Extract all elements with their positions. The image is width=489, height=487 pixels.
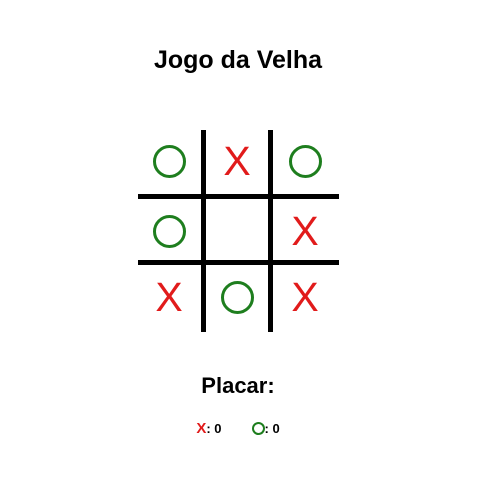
score-x: X : 0 [196,420,221,437]
o-mark-icon [220,280,254,314]
board-cell[interactable] [204,264,270,330]
board-cell[interactable]: X [272,198,338,264]
x-mark-icon: X [291,273,319,320]
score-heading: Placar: [201,373,275,398]
tic-tac-toe-board: X X X X [136,126,339,332]
o-score-value: : 0 [264,421,280,436]
x-score-icon: X [196,420,207,437]
board-cell[interactable]: X [136,264,202,330]
x-mark-icon: X [291,207,319,254]
o-mark-icon [152,214,186,248]
board-cell[interactable]: X [272,264,338,330]
score-o: : 0 [251,421,280,436]
board-cell[interactable] [136,128,202,194]
o-circle-icon [251,422,265,435]
x-mark-icon: X [155,273,183,320]
o-mark-icon [288,144,322,178]
board-cell[interactable]: X [204,128,270,194]
o-mark-icon [152,144,186,178]
game-title: Jogo da Velha [153,46,323,74]
x-score-value: : 0 [206,421,222,436]
board-cell[interactable] [136,198,202,264]
x-mark-icon: X [223,137,251,184]
score-row: X : 0 : 0 [0,420,476,437]
board-cell[interactable] [272,128,338,194]
board-cell[interactable] [204,198,270,264]
